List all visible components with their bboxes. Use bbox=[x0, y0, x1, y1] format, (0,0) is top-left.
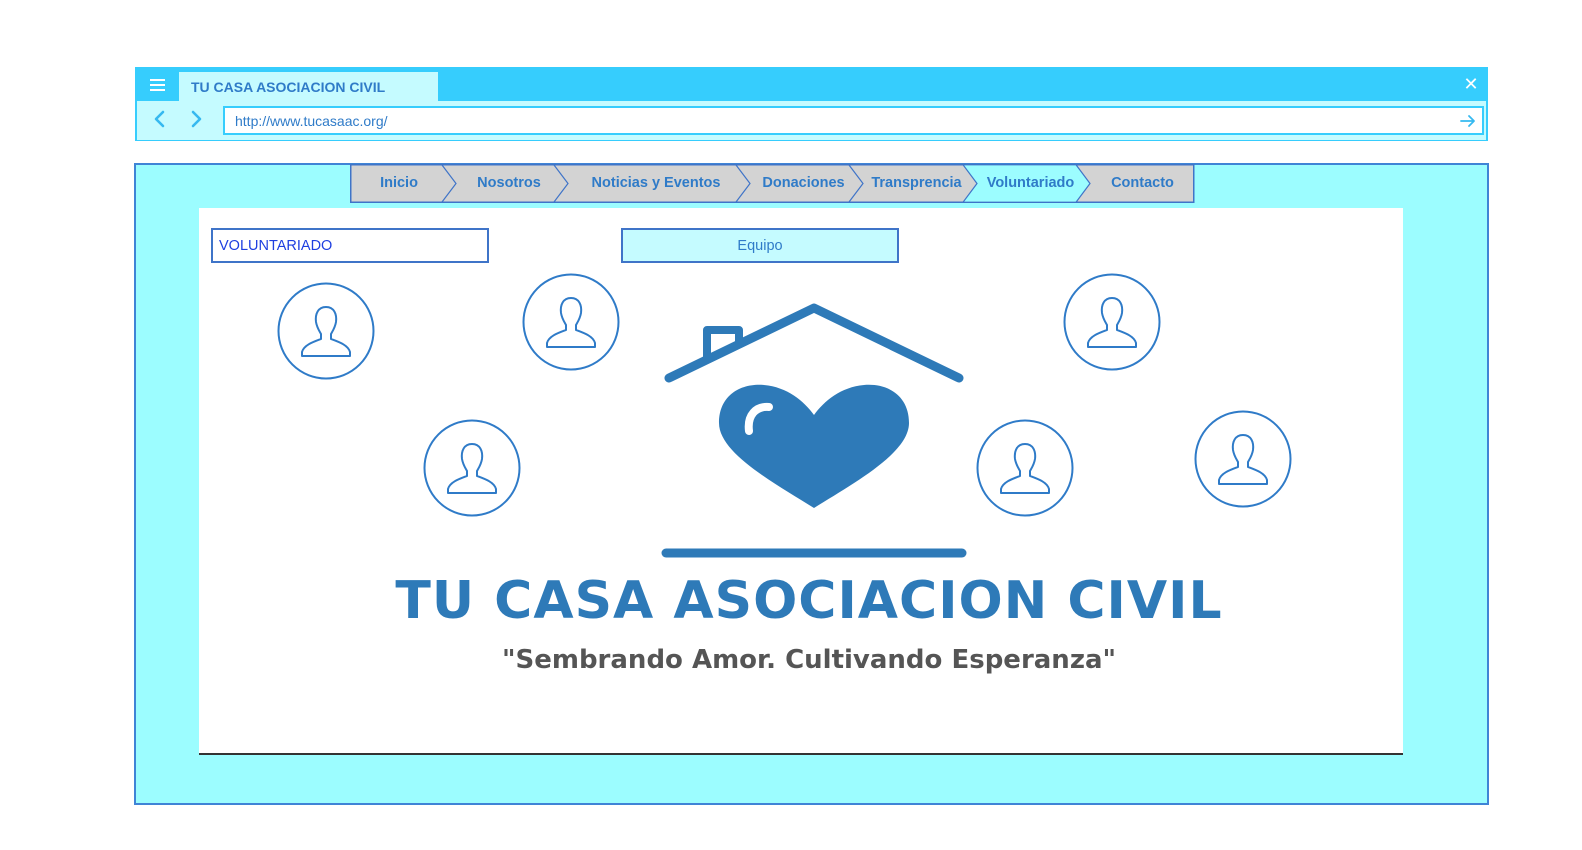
browser-window: TU CASA ASOCIACION CIVIL ✕ bbox=[135, 67, 1488, 141]
team-button-label: Equipo bbox=[737, 237, 783, 254]
nav-item-donaciones[interactable]: Donaciones bbox=[750, 164, 857, 202]
address-bar[interactable] bbox=[223, 106, 1484, 135]
section-title: VOLUNTARIADO bbox=[211, 228, 489, 263]
logo-tagline: "Sembrando Amor. Cultivando Esperanza" bbox=[501, 645, 1117, 675]
tab-title: TU CASA ASOCIACION CIVIL bbox=[191, 78, 386, 95]
nav-item-voluntariado[interactable]: Voluntariado bbox=[977, 164, 1084, 202]
url-input[interactable] bbox=[233, 112, 1437, 130]
hamburger-icon[interactable] bbox=[136, 68, 178, 101]
chevron-left-icon[interactable] bbox=[149, 108, 171, 130]
nav-item-noticias-y-eventos[interactable]: Noticias y Eventos bbox=[568, 164, 744, 202]
close-icon[interactable]: ✕ bbox=[1461, 74, 1481, 94]
logo-title: TU CASA ASOCIACION CIVIL bbox=[395, 571, 1223, 631]
nav-item-contacto[interactable]: Contacto bbox=[1090, 164, 1195, 202]
user-avatar-icon[interactable] bbox=[423, 419, 521, 517]
user-avatar-icon[interactable] bbox=[1063, 273, 1161, 371]
team-button[interactable]: Equipo bbox=[621, 228, 899, 263]
site-navigation: Inicio Nosotros Noticias y Eventos Donac… bbox=[350, 164, 1195, 203]
browser-navbar bbox=[137, 101, 1486, 140]
nav-item-inicio[interactable]: Inicio bbox=[350, 164, 448, 202]
page-frame: Inicio Nosotros Noticias y Eventos Donac… bbox=[134, 163, 1489, 805]
arrow-right-icon[interactable] bbox=[1458, 111, 1478, 131]
nav-item-transprencia[interactable]: Transprencia bbox=[863, 164, 970, 202]
browser-tab[interactable]: TU CASA ASOCIACION CIVIL bbox=[179, 72, 438, 101]
user-avatar-icon[interactable] bbox=[976, 419, 1074, 517]
user-avatar-icon[interactable] bbox=[522, 273, 620, 371]
section-title-text: VOLUNTARIADO bbox=[219, 237, 333, 254]
content-panel: VOLUNTARIADO Equipo TU CASA ASOCIACION C… bbox=[199, 208, 1403, 755]
user-avatar-icon[interactable] bbox=[1194, 410, 1292, 508]
user-avatar-icon[interactable] bbox=[277, 282, 375, 380]
chevron-right-icon[interactable] bbox=[185, 108, 207, 130]
nav-item-nosotros[interactable]: Nosotros bbox=[456, 164, 562, 202]
